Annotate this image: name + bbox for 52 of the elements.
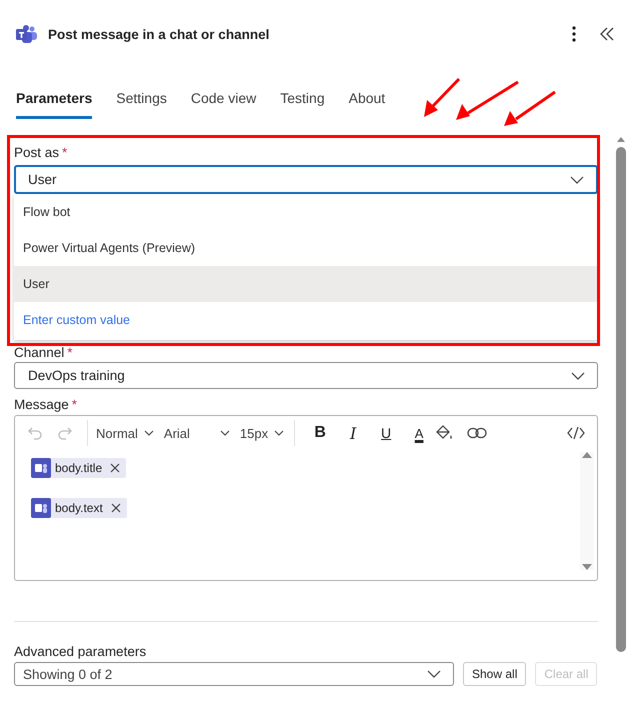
teams-logo-icon	[31, 498, 51, 518]
field-label: Advanced parameters	[14, 644, 148, 659]
tab[interactable]: Code view	[190, 90, 256, 119]
tab[interactable]: Testing	[280, 90, 325, 119]
field-label: Message	[14, 397, 69, 412]
scroll-down-icon[interactable]	[582, 564, 592, 570]
link-icon[interactable]	[467, 427, 488, 439]
custom-value-link[interactable]: Enter custom value	[14, 302, 598, 338]
chevron-down-icon	[570, 176, 584, 184]
font-dropdown[interactable]: Arial	[164, 426, 230, 440]
chevron-down-icon	[274, 430, 284, 436]
advanced-parameters-dropdown[interactable]: Showing 0 of 2	[14, 662, 454, 686]
text-style-dropdown[interactable]: Normal	[96, 426, 154, 440]
more-options-icon[interactable]	[572, 26, 576, 42]
token-label: body.text	[55, 501, 103, 515]
dropdown-option[interactable]: Power Virtual Agents (Preview)	[14, 230, 598, 266]
dynamic-token[interactable]: body.title	[31, 458, 126, 478]
dynamic-token[interactable]: body.text	[31, 498, 127, 518]
tab[interactable]: Settings	[116, 90, 167, 119]
action-button[interactable]: Show all	[463, 662, 526, 686]
chevron-down-icon	[220, 430, 230, 436]
format-button[interactable]: I	[342, 424, 364, 442]
annotation-arrow	[504, 90, 556, 126]
format-button[interactable]: A	[408, 426, 430, 440]
collapse-icon[interactable]	[600, 27, 614, 41]
chevron-down-icon	[144, 430, 154, 436]
format-button[interactable]: U	[375, 425, 398, 441]
required-mark: *	[67, 345, 73, 360]
scroll-up-icon[interactable]	[582, 452, 592, 458]
panel-title: Post message in a chat or channel	[48, 26, 270, 42]
field-label: Post as	[14, 145, 60, 160]
teams-logo-icon	[16, 24, 38, 44]
chevron-down-icon	[571, 372, 585, 380]
tab[interactable]: About	[348, 90, 386, 119]
scroll-up-icon[interactable]	[617, 137, 625, 142]
required-mark: *	[62, 145, 68, 160]
dropdown-option[interactable]: User	[14, 266, 598, 302]
chevron-down-icon	[427, 670, 441, 678]
token-label: body.title	[55, 461, 102, 475]
dropdown-option[interactable]: Flow bot	[14, 194, 598, 230]
scrollbar-thumb[interactable]	[616, 147, 626, 652]
required-mark: *	[72, 397, 78, 412]
code-icon[interactable]	[567, 426, 585, 440]
format-button[interactable]: B	[309, 424, 332, 442]
field-label: Channel	[14, 345, 64, 360]
close-icon[interactable]	[110, 463, 120, 473]
tab[interactable]: Parameters	[16, 90, 92, 119]
font-size-dropdown[interactable]: 15px	[240, 426, 284, 440]
teams-logo-icon	[31, 458, 51, 478]
post-as-dropdown[interactable]: User	[14, 165, 598, 194]
close-icon[interactable]	[110, 503, 121, 513]
channel-dropdown[interactable]: DevOps training	[14, 362, 598, 389]
